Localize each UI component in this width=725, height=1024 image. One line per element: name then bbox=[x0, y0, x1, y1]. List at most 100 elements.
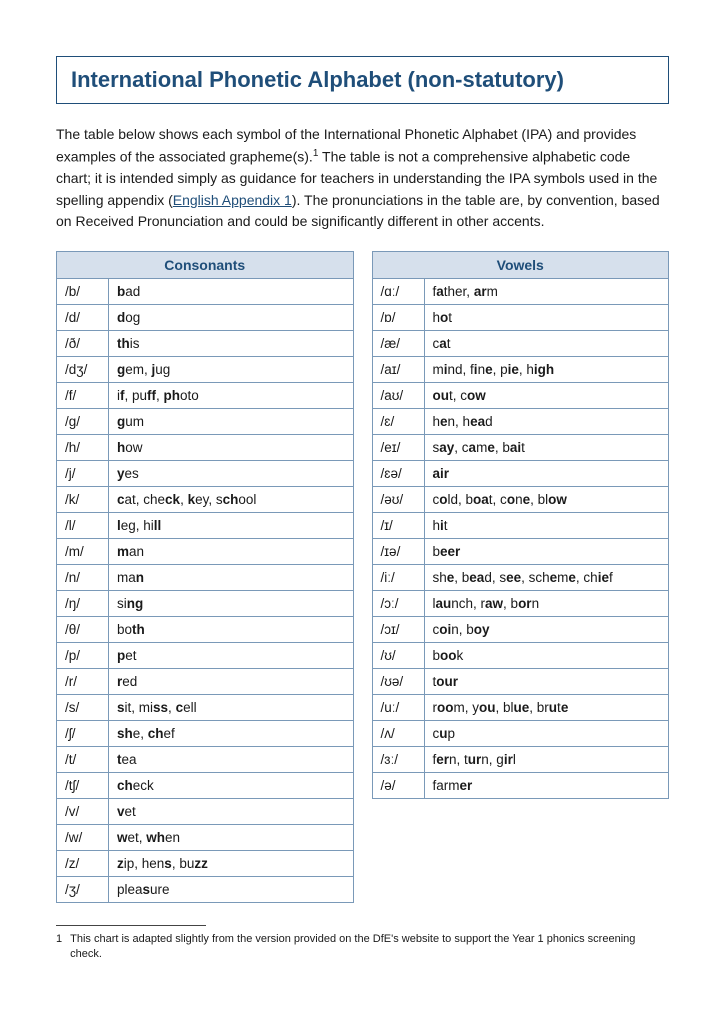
ipa-example: air bbox=[424, 461, 669, 487]
footnote-rule bbox=[56, 925, 206, 926]
table-row: /ɛə/air bbox=[372, 461, 669, 487]
ipa-symbol: /ʊ/ bbox=[372, 643, 424, 669]
table-row: /n/man bbox=[57, 565, 354, 591]
ipa-example: cup bbox=[424, 721, 669, 747]
ipa-symbol: /ɔɪ/ bbox=[372, 617, 424, 643]
table-row: /æ/cat bbox=[372, 331, 669, 357]
ipa-symbol: /p/ bbox=[57, 643, 109, 669]
ipa-symbol: /n/ bbox=[57, 565, 109, 591]
table-row: /ɔː/launch, raw, born bbox=[372, 591, 669, 617]
appendix-link[interactable]: English Appendix 1 bbox=[173, 192, 292, 208]
ipa-example: tour bbox=[424, 669, 669, 695]
table-row: /b/bad bbox=[57, 279, 354, 305]
ipa-example: beer bbox=[424, 539, 669, 565]
table-row: /ə/farmer bbox=[372, 773, 669, 799]
ipa-example: yes bbox=[109, 461, 354, 487]
ipa-symbol: /ɔː/ bbox=[372, 591, 424, 617]
table-row: /ɔɪ/coin, boy bbox=[372, 617, 669, 643]
table-row: /ʌ/cup bbox=[372, 721, 669, 747]
table-row: /dʒ/gem, jug bbox=[57, 357, 354, 383]
table-row: /tʃ/check bbox=[57, 773, 354, 799]
table-row: /ð/this bbox=[57, 331, 354, 357]
ipa-example: cat bbox=[424, 331, 669, 357]
ipa-symbol: /ʌ/ bbox=[372, 721, 424, 747]
ipa-symbol: /aʊ/ bbox=[372, 383, 424, 409]
table-row: /ɜː/fern, turn, girl bbox=[372, 747, 669, 773]
ipa-symbol: /dʒ/ bbox=[57, 357, 109, 383]
ipa-example: gum bbox=[109, 409, 354, 435]
ipa-example: she, bead, see, scheme, chief bbox=[424, 565, 669, 591]
ipa-symbol: /g/ bbox=[57, 409, 109, 435]
table-row: /ɪ/hit bbox=[372, 513, 669, 539]
ipa-symbol: /ɛ/ bbox=[372, 409, 424, 435]
ipa-symbol: /k/ bbox=[57, 487, 109, 513]
ipa-symbol: /ʒ/ bbox=[57, 877, 109, 903]
ipa-symbol: /θ/ bbox=[57, 617, 109, 643]
ipa-symbol: /tʃ/ bbox=[57, 773, 109, 799]
ipa-example: hot bbox=[424, 305, 669, 331]
ipa-example: cat, check, key, school bbox=[109, 487, 354, 513]
table-row: /k/cat, check, key, school bbox=[57, 487, 354, 513]
table-row: /ʊə/tour bbox=[372, 669, 669, 695]
footnote-num: 1 bbox=[56, 932, 62, 963]
table-row: /əʊ/cold, boat, cone, blow bbox=[372, 487, 669, 513]
vowels-header: Vowels bbox=[372, 252, 669, 279]
page: International Phonetic Alphabet (non-sta… bbox=[0, 0, 725, 1003]
tables-wrap: Consonants /b/bad/d/dog/ð/this/dʒ/gem, j… bbox=[56, 251, 669, 903]
ipa-example: fern, turn, girl bbox=[424, 747, 669, 773]
ipa-example: hit bbox=[424, 513, 669, 539]
ipa-symbol: /aɪ/ bbox=[372, 357, 424, 383]
table-row: /ʒ/pleasure bbox=[57, 877, 354, 903]
ipa-example: out, cow bbox=[424, 383, 669, 409]
ipa-example: man bbox=[109, 565, 354, 591]
ipa-symbol: /b/ bbox=[57, 279, 109, 305]
ipa-example: mind, fine, pie, high bbox=[424, 357, 669, 383]
table-row: /j/yes bbox=[57, 461, 354, 487]
ipa-example: room, you, blue, brute bbox=[424, 695, 669, 721]
ipa-symbol: /f/ bbox=[57, 383, 109, 409]
table-row: /s/sit, miss, cell bbox=[57, 695, 354, 721]
table-row: /g/gum bbox=[57, 409, 354, 435]
ipa-example: gem, jug bbox=[109, 357, 354, 383]
table-row: /t/tea bbox=[57, 747, 354, 773]
ipa-symbol: /v/ bbox=[57, 799, 109, 825]
ipa-example: hen, head bbox=[424, 409, 669, 435]
table-row: /ɪə/beer bbox=[372, 539, 669, 565]
ipa-example: if, puff, photo bbox=[109, 383, 354, 409]
table-row: /p/pet bbox=[57, 643, 354, 669]
ipa-symbol: /ɪ/ bbox=[372, 513, 424, 539]
consonants-header: Consonants bbox=[57, 252, 354, 279]
consonants-table: Consonants /b/bad/d/dog/ð/this/dʒ/gem, j… bbox=[56, 251, 354, 903]
ipa-symbol: /j/ bbox=[57, 461, 109, 487]
ipa-symbol: /ð/ bbox=[57, 331, 109, 357]
ipa-symbol: /l/ bbox=[57, 513, 109, 539]
ipa-example: pet bbox=[109, 643, 354, 669]
table-row: /ŋ/sing bbox=[57, 591, 354, 617]
ipa-example: dog bbox=[109, 305, 354, 331]
ipa-symbol: /ʃ/ bbox=[57, 721, 109, 747]
ipa-symbol: /ɒ/ bbox=[372, 305, 424, 331]
page-title: International Phonetic Alphabet (non-sta… bbox=[71, 67, 654, 93]
table-row: /h/how bbox=[57, 435, 354, 461]
ipa-example: launch, raw, born bbox=[424, 591, 669, 617]
ipa-example: sing bbox=[109, 591, 354, 617]
ipa-example: say, came, bait bbox=[424, 435, 669, 461]
ipa-symbol: /əʊ/ bbox=[372, 487, 424, 513]
ipa-example: father, arm bbox=[424, 279, 669, 305]
ipa-symbol: /iː/ bbox=[372, 565, 424, 591]
ipa-symbol: /z/ bbox=[57, 851, 109, 877]
intro-paragraph: The table below shows each symbol of the… bbox=[56, 124, 669, 233]
footnote-text: This chart is adapted slightly from the … bbox=[70, 932, 669, 963]
ipa-example: she, chef bbox=[109, 721, 354, 747]
table-row: /m/man bbox=[57, 539, 354, 565]
ipa-example: red bbox=[109, 669, 354, 695]
ipa-symbol: /æ/ bbox=[372, 331, 424, 357]
table-row: /θ/both bbox=[57, 617, 354, 643]
table-row: /aʊ/out, cow bbox=[372, 383, 669, 409]
ipa-example: bad bbox=[109, 279, 354, 305]
title-box: International Phonetic Alphabet (non-sta… bbox=[56, 56, 669, 104]
ipa-example: cold, boat, cone, blow bbox=[424, 487, 669, 513]
ipa-symbol: /d/ bbox=[57, 305, 109, 331]
consonants-column: Consonants /b/bad/d/dog/ð/this/dʒ/gem, j… bbox=[56, 251, 354, 903]
table-row: /ɛ/hen, head bbox=[372, 409, 669, 435]
